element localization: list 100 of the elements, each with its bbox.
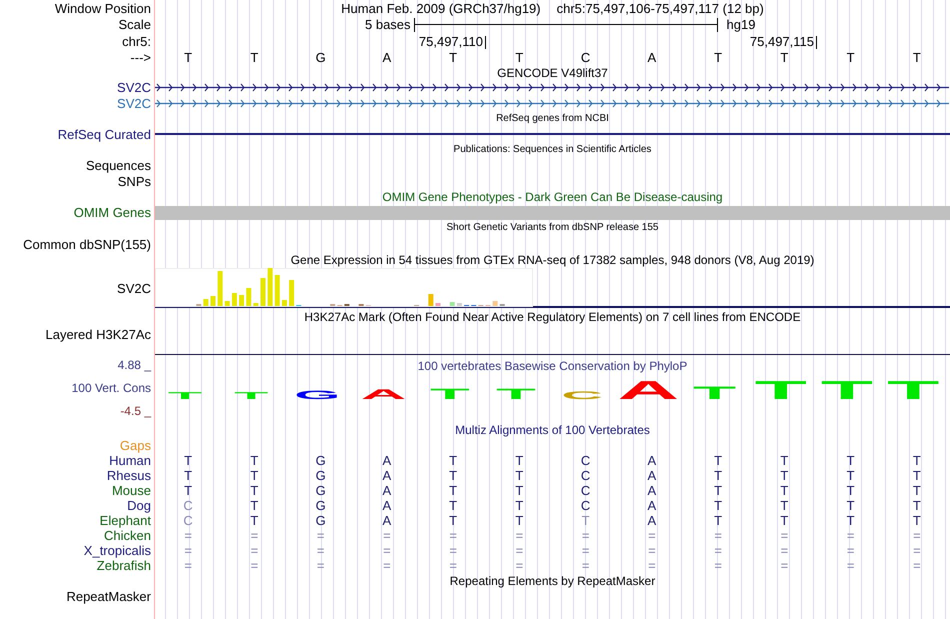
base-letter: T bbox=[250, 50, 258, 64]
aligned-base: T bbox=[846, 454, 855, 467]
position-text: chr5:75,497,106-75,497,117 (12 bp) bbox=[556, 2, 764, 14]
conservation-letter: T bbox=[820, 377, 874, 405]
track-label[interactable]: SV2C bbox=[117, 96, 151, 110]
aligned-base: = bbox=[913, 559, 921, 572]
track-label[interactable]: Zebrafish bbox=[96, 559, 151, 572]
aligned-base: = bbox=[780, 559, 788, 572]
aligned-base: = bbox=[184, 544, 192, 557]
aligned-base: = bbox=[516, 529, 524, 542]
aligned-base: = bbox=[913, 544, 921, 557]
aligned-base: = bbox=[582, 529, 590, 542]
conservation-letter: C bbox=[561, 388, 603, 402]
aligned-base: = bbox=[184, 529, 192, 542]
aligned-base: T bbox=[912, 454, 921, 467]
conservation-letter: T bbox=[430, 385, 470, 402]
track-label[interactable]: Window Position bbox=[54, 2, 151, 14]
aligned-base: T bbox=[449, 499, 458, 512]
aligned-base: = bbox=[648, 544, 656, 557]
aligned-base: T bbox=[912, 499, 921, 512]
track-title: Gene Expression in 54 tissues from GTEx RNA-seq of 17382 samples, 948 donors (V8, Aug 2019) bbox=[290, 254, 814, 266]
track-label[interactable]: 100 Vert. Cons bbox=[72, 382, 151, 394]
aligned-base: A bbox=[382, 454, 392, 467]
track-label[interactable]: Dog bbox=[127, 499, 151, 512]
aligned-base: T bbox=[449, 454, 458, 467]
aligned-base: = bbox=[449, 559, 457, 572]
aligned-base: A bbox=[382, 469, 392, 482]
aligned-base: = bbox=[250, 559, 258, 572]
aligned-base: T bbox=[714, 469, 722, 482]
aligned-base: = bbox=[383, 529, 391, 542]
track-label[interactable]: RepeatMasker bbox=[66, 590, 151, 602]
aligned-base: T bbox=[780, 484, 788, 497]
track-label[interactable]: Common dbSNP(155) bbox=[23, 238, 151, 250]
track-label[interactable]: Layered H3K27Ac bbox=[45, 327, 151, 342]
aligned-base: = bbox=[316, 544, 324, 557]
track-title: RefSeq genes from NCBI bbox=[496, 114, 609, 124]
coordinate-label: 75,497,115 bbox=[750, 35, 814, 49]
aligned-base: A bbox=[648, 469, 656, 482]
assembly-label: hg19 bbox=[726, 18, 756, 31]
track-label[interactable]: SV2C bbox=[117, 282, 151, 294]
track-label[interactable]: Chicken bbox=[104, 529, 151, 542]
aligned-base: C bbox=[183, 499, 193, 512]
base-letter: T bbox=[846, 50, 855, 64]
track-title: GENCODE V49lift37 bbox=[497, 66, 608, 78]
aligned-base: T bbox=[184, 469, 192, 482]
conservation-letter: A bbox=[618, 377, 680, 405]
aligned-base: = bbox=[582, 559, 590, 572]
axis-min-label[interactable]: -4.5 _ bbox=[120, 405, 151, 417]
aligned-base: T bbox=[582, 514, 590, 527]
aligned-base: A bbox=[648, 484, 656, 497]
aligned-base: = bbox=[714, 544, 722, 557]
aligned-base: T bbox=[515, 469, 524, 482]
aligned-base: = bbox=[846, 544, 854, 557]
aligned-base: T bbox=[780, 514, 788, 527]
aligned-base: G bbox=[316, 484, 326, 497]
base-letter: T bbox=[184, 50, 192, 64]
aligned-base: T bbox=[184, 484, 192, 497]
conservation-letter: A bbox=[360, 386, 406, 402]
track-label[interactable]: RefSeq Curated bbox=[58, 128, 151, 140]
track-label[interactable]: SNPs bbox=[118, 174, 151, 188]
axis-max-label[interactable]: 4.88 _ bbox=[118, 359, 151, 371]
track-title: Multiz Alignments of 100 Vertebrates bbox=[455, 424, 650, 436]
base-letter: G bbox=[316, 50, 326, 64]
aligned-base: A bbox=[382, 499, 392, 512]
track-label[interactable]: chr5: bbox=[122, 34, 151, 48]
track-label[interactable]: Human bbox=[109, 454, 151, 467]
aligned-base: T bbox=[250, 514, 258, 527]
base-letter: C bbox=[580, 50, 590, 64]
track-label[interactable]: SV2C bbox=[117, 81, 151, 94]
aligned-base: = bbox=[913, 529, 921, 542]
track-label[interactable]: OMIM Genes bbox=[74, 206, 151, 219]
track-label[interactable]: Scale bbox=[118, 18, 151, 31]
track-label[interactable]: Elephant bbox=[100, 514, 151, 527]
aligned-base: T bbox=[714, 454, 722, 467]
aligned-base: T bbox=[846, 469, 855, 482]
aligned-base: = bbox=[582, 544, 590, 557]
aligned-base: = bbox=[780, 544, 788, 557]
aligned-base: T bbox=[846, 484, 855, 497]
aligned-base: A bbox=[382, 514, 392, 527]
aligned-base: A bbox=[382, 484, 392, 497]
aligned-base: = bbox=[316, 559, 324, 572]
track-title: H3K27Ac Mark (Often Found Near Active Regulatory Elements) on 7 cell lines from ENCODE bbox=[304, 311, 801, 323]
aligned-base: A bbox=[648, 454, 656, 467]
track-label[interactable]: Mouse bbox=[112, 484, 151, 497]
aligned-base: T bbox=[449, 514, 458, 527]
track-title: Short Genetic Variants from dbSNP release 155 bbox=[446, 223, 658, 233]
conservation-letter: T bbox=[168, 390, 202, 402]
conservation-letter: T bbox=[887, 377, 940, 405]
scale-label: 5 bases bbox=[365, 18, 411, 31]
track-label[interactable]: Rhesus bbox=[106, 469, 151, 482]
track-title: Publications: Sequences in Scientific Articles bbox=[454, 145, 652, 155]
aligned-base: = bbox=[449, 529, 457, 542]
track-label[interactable]: Sequences bbox=[86, 159, 151, 172]
track-label[interactable]: ---> bbox=[130, 50, 151, 64]
aligned-base: T bbox=[714, 514, 722, 527]
aligned-base: T bbox=[515, 499, 524, 512]
aligned-base: = bbox=[250, 529, 258, 542]
track-label[interactable]: X_tropicalis bbox=[84, 544, 151, 557]
coordinate-label: 75,497,110 bbox=[418, 35, 483, 49]
base-letter: T bbox=[780, 50, 788, 64]
